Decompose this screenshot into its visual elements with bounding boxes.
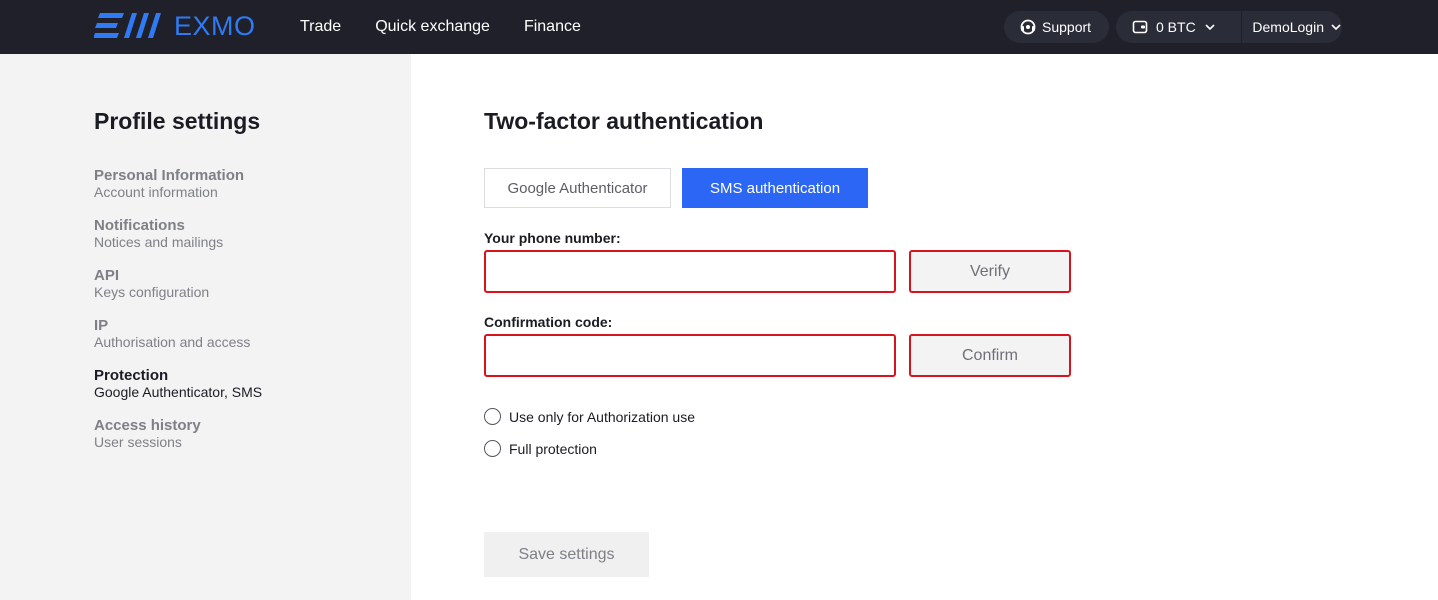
sidebar-item-sub: Google Authenticator, SMS (94, 384, 263, 400)
main-nav: Trade Quick exchange Finance (300, 0, 615, 54)
sidebar-item-ip[interactable]: IP Authorisation and access (94, 317, 394, 367)
tab-google-authenticator[interactable]: Google Authenticator (484, 168, 671, 208)
nav-trade[interactable]: Trade (300, 18, 341, 36)
radio-button[interactable] (484, 408, 501, 425)
sidebar-item-sub: Account information (94, 184, 218, 200)
sidebar-item-label: Access history (94, 417, 201, 434)
save-settings-button[interactable]: Save settings (484, 532, 649, 577)
confirmation-code-input[interactable] (484, 334, 896, 377)
exmo-logo[interactable]: EXMO (94, 10, 256, 42)
phone-number-input[interactable] (484, 250, 896, 293)
wallet-balance: 0 BTC (1156, 19, 1196, 35)
sidebar-item-personal-information[interactable]: Personal Information Account information (94, 167, 394, 217)
nav-quick-exchange[interactable]: Quick exchange (375, 18, 490, 36)
wallet-icon (1132, 20, 1148, 34)
headset-icon (1020, 19, 1036, 35)
nav-finance[interactable]: Finance (524, 18, 581, 36)
sidebar-item-sub: Authorisation and access (94, 334, 251, 350)
option-label: Full protection (509, 440, 597, 457)
sidebar-item-access-history[interactable]: Access history User sessions (94, 417, 394, 467)
brand-name: EXMO (174, 10, 256, 41)
support-label: Support (1042, 19, 1092, 35)
pill-divider (1241, 11, 1243, 43)
support-button[interactable]: Support (1004, 11, 1109, 43)
sidebar-item-label: IP (94, 317, 109, 334)
user-menu-button[interactable]: DemoLogin (1252, 19, 1342, 35)
settings-menu: Personal Information Account information… (94, 167, 394, 467)
top-navigation-bar: EXMO Trade Quick exchange Finance Suppor… (0, 0, 1438, 54)
sidebar-title: Profile settings (94, 108, 261, 134)
tab-sms-authentication[interactable]: SMS authentication (682, 168, 868, 208)
sidebar-item-notifications[interactable]: Notifications Notices and mailings (94, 217, 394, 267)
sidebar-item-sub: User sessions (94, 434, 182, 450)
sidebar-item-label: Protection (94, 367, 169, 384)
username: DemoLogin (1252, 19, 1324, 35)
option-full-protection[interactable]: Full protection (484, 440, 597, 457)
confirm-button[interactable]: Confirm (909, 334, 1071, 377)
sidebar-item-sub: Notices and mailings (94, 234, 224, 250)
wallet-balance-button[interactable]: 0 BTC (1132, 19, 1241, 35)
sidebar-item-label: API (94, 267, 120, 284)
sidebar-item-label: Personal Information (94, 167, 245, 184)
sidebar-item-api[interactable]: API Keys configuration (94, 267, 394, 317)
chevron-down-icon (1331, 24, 1341, 31)
exmo-logo-icon (94, 13, 161, 38)
option-authorization-only[interactable]: Use only for Authorization use (484, 408, 695, 425)
sidebar-item-label: Notifications (94, 217, 185, 234)
option-label: Use only for Authorization use (509, 408, 695, 425)
radio-button[interactable] (484, 440, 501, 457)
chevron-down-icon (1205, 24, 1215, 31)
confirmation-code-label: Confirmation code: (484, 314, 613, 330)
page-title: Two-factor authentication (484, 108, 764, 134)
sidebar-item-sub: Keys configuration (94, 284, 210, 300)
settings-sidebar: Profile settings Personal Information Ac… (0, 54, 411, 600)
sidebar-item-protection[interactable]: Protection Google Authenticator, SMS (94, 367, 394, 417)
phone-number-label: Your phone number: (484, 230, 621, 246)
verify-button[interactable]: Verify (909, 250, 1071, 293)
account-controls: 0 BTC DemoLogin (1116, 11, 1342, 43)
